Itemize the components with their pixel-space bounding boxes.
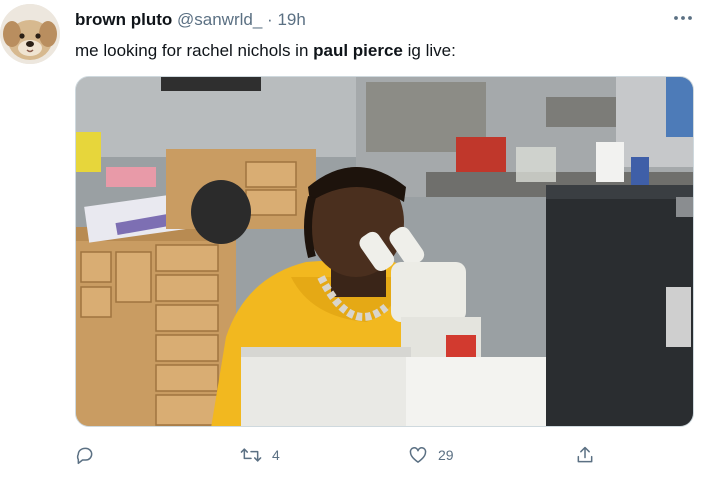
separator-dot: · — [267, 10, 273, 29]
share-button[interactable] — [575, 440, 595, 470]
reply-button[interactable] — [75, 440, 95, 470]
photo-scene — [76, 77, 693, 426]
share-icon — [577, 446, 593, 463]
like-count: 29 — [438, 447, 454, 463]
tweet-header: brown pluto @sanwrld_ · 19h — [75, 10, 306, 30]
tweet-text-before: me looking for rachel nichols in — [75, 41, 314, 60]
display-name[interactable]: brown pluto — [75, 10, 172, 29]
heart-icon — [409, 447, 427, 463]
retweet-icon — [240, 448, 262, 462]
reply-icon — [76, 447, 93, 465]
retweet-button[interactable]: 4 — [240, 440, 280, 470]
retweet-count: 4 — [272, 447, 280, 463]
handle[interactable]: @sanwrld_ — [177, 10, 262, 29]
tweet-media-image[interactable] — [75, 76, 694, 427]
tweet-actions: 4 29 — [75, 440, 635, 470]
like-button[interactable]: 29 — [408, 440, 454, 470]
more-options-button[interactable] — [668, 6, 698, 30]
timestamp[interactable]: 19h — [277, 10, 305, 29]
dog-avatar-image — [0, 4, 60, 64]
more-dots-icon — [674, 16, 692, 20]
tweet-text-bold: paul pierce — [313, 41, 403, 60]
avatar[interactable] — [0, 4, 60, 64]
tweet-text: me looking for rachel nichols in paul pi… — [75, 40, 456, 62]
tweet-text-after: ig live: — [402, 41, 456, 60]
